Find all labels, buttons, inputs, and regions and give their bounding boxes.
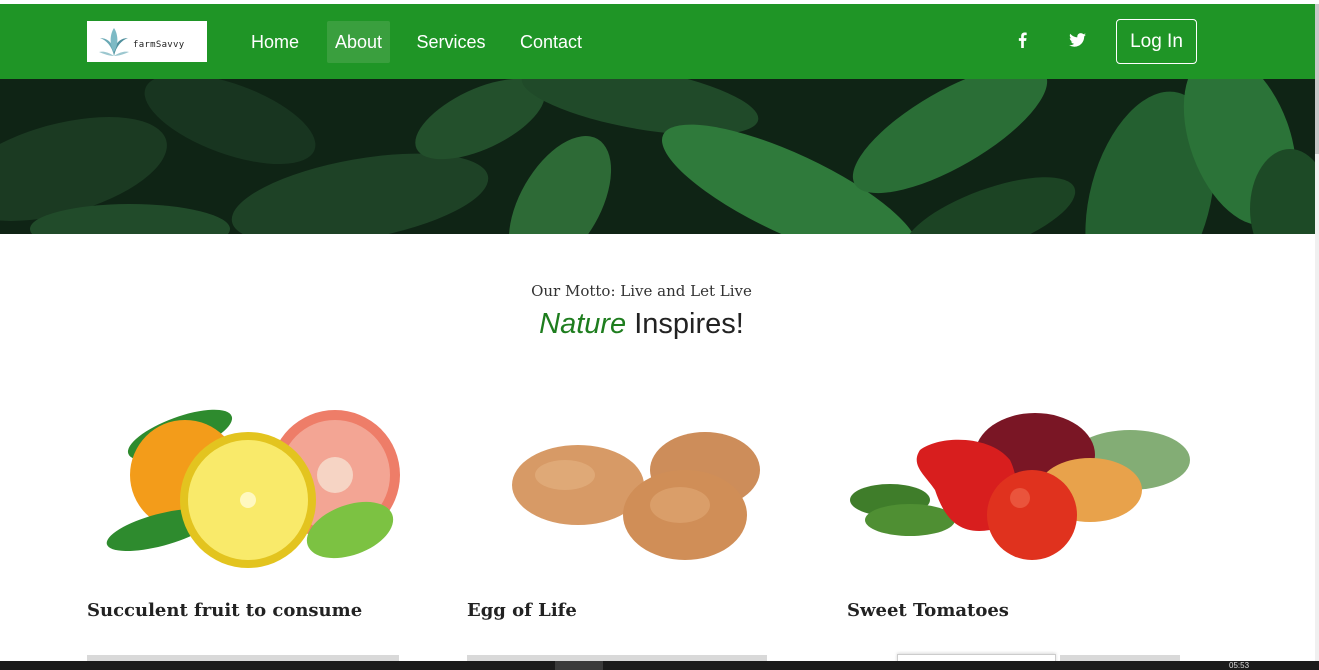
headline-rest: Inspires!	[626, 308, 744, 340]
leaves-image	[0, 79, 1315, 234]
nav-link-services[interactable]: Services	[410, 21, 492, 63]
hero-banner-leaves	[0, 79, 1315, 234]
taskbar-active-app[interactable]	[555, 661, 603, 670]
nav-link-about[interactable]: About	[327, 21, 390, 63]
navbar: farmSavvy Home About Services Contact Lo…	[0, 4, 1315, 79]
twitter-icon[interactable]	[1063, 26, 1091, 54]
scrollbar-thumb[interactable]	[1315, 4, 1319, 154]
logo-text: farmSavvy	[133, 39, 185, 50]
headline-emphasis: Nature	[539, 308, 627, 340]
headline: Nature Inspires!	[0, 308, 1283, 341]
citrus-fruits-image	[100, 380, 440, 580]
brand-logo[interactable]: farmSavvy	[87, 21, 207, 62]
motto-text: Our Motto: Live and Let Live	[531, 282, 752, 300]
os-taskbar	[0, 661, 1319, 670]
leaf-logo-icon	[99, 27, 129, 56]
brown-eggs-image	[480, 380, 820, 580]
nav-link-home[interactable]: Home	[243, 21, 307, 63]
card-title-egg: Egg of Life	[467, 600, 577, 621]
vegetables-image	[850, 380, 1190, 580]
card-title-tomatoes: Sweet Tomatoes	[847, 600, 1009, 621]
card-title-fruit: Succulent fruit to consume	[87, 600, 363, 621]
facebook-icon[interactable]	[1008, 26, 1036, 54]
login-button[interactable]: Log In	[1116, 19, 1197, 64]
taskbar-clock: 05:53	[1229, 661, 1250, 670]
nav-link-contact[interactable]: Contact	[512, 21, 590, 63]
